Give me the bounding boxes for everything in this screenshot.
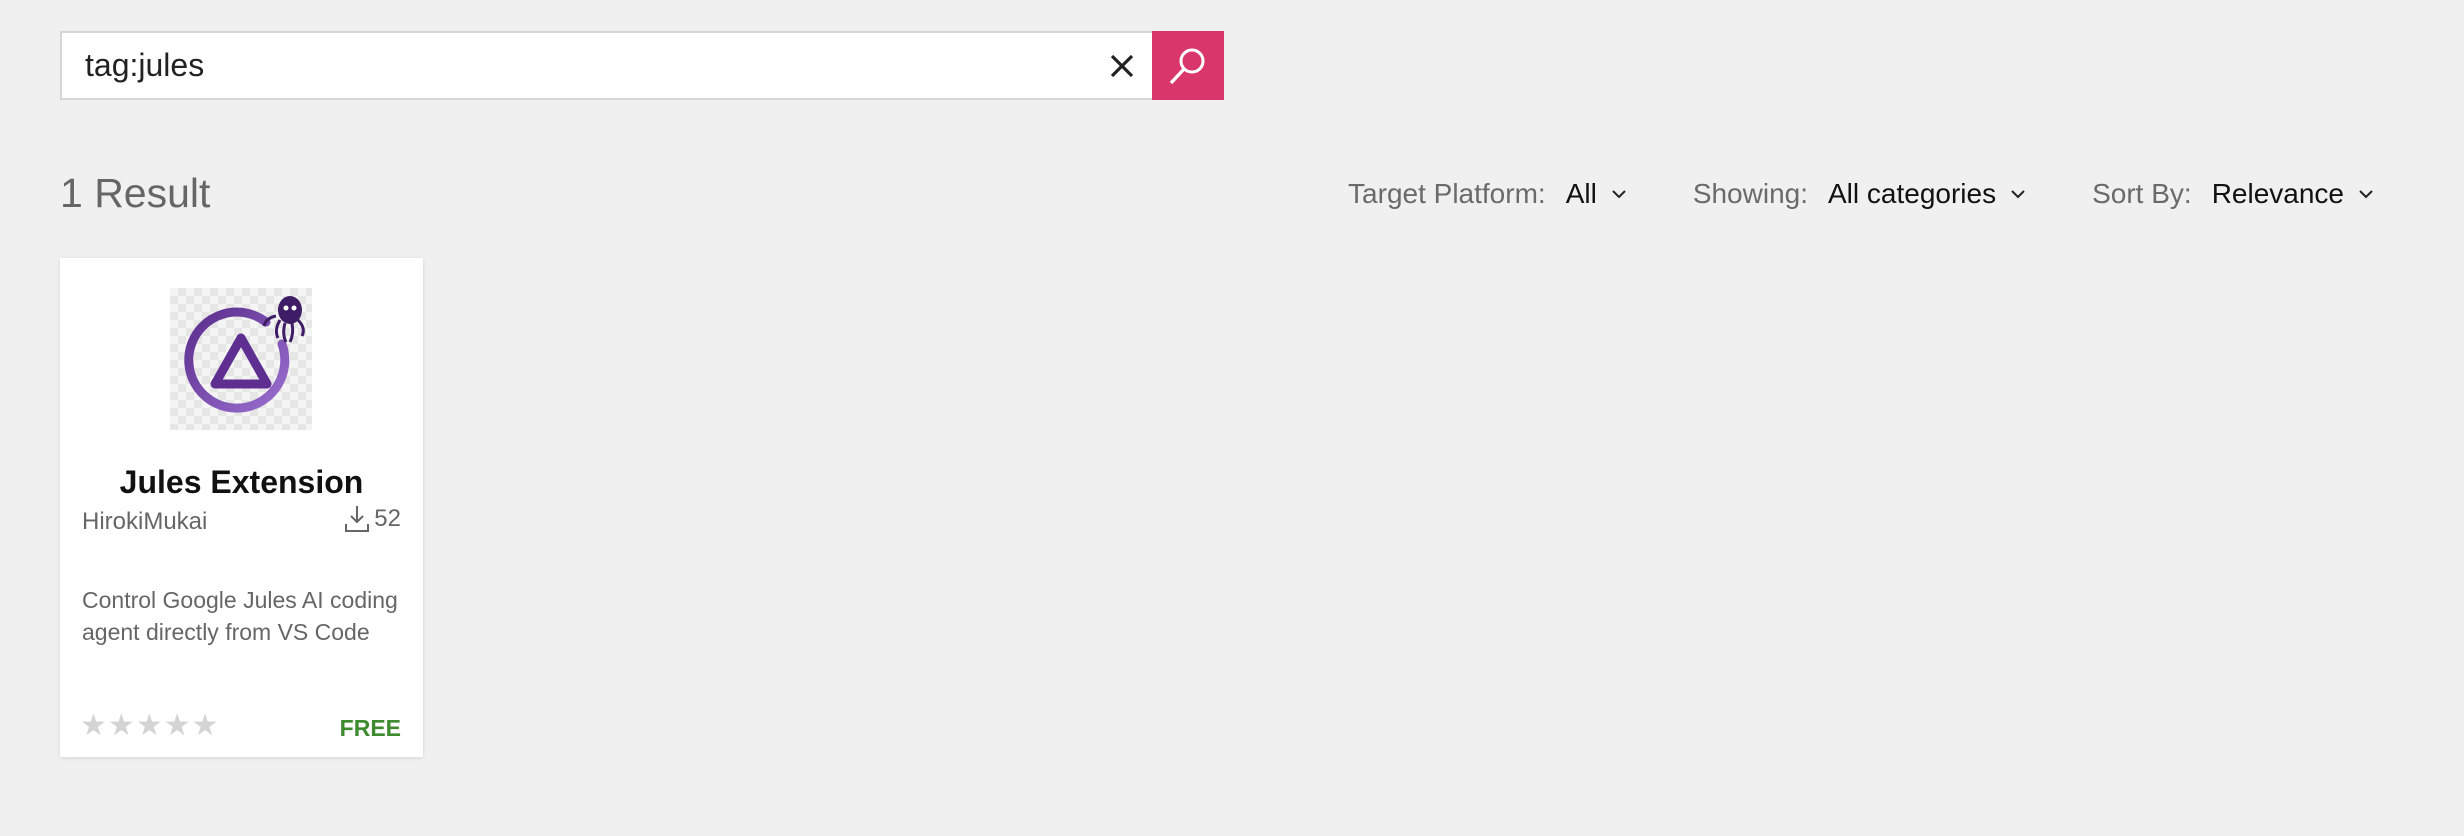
filter-category: Showing: All categories (1693, 178, 2026, 210)
chevron-down-icon (2010, 189, 2026, 199)
star-icon: ★ (191, 709, 220, 742)
target-platform-dropdown[interactable]: All (1566, 178, 1627, 210)
filter-sort: Sort By: Relevance (2092, 178, 2374, 210)
search-icon (1169, 48, 1205, 84)
extension-card[interactable]: Jules Extension HirokiMukai 52 Control G… (60, 258, 423, 757)
search-button[interactable] (1152, 31, 1224, 100)
marketplace-search-page: 1 Result Target Platform: All Showing: A… (0, 0, 2464, 836)
extension-description: Control Google Jules AI coding agent dir… (82, 587, 398, 645)
filter-label: Showing: (1692, 178, 1808, 209)
star-icon: ★ (80, 709, 108, 742)
star-icon: ★ (163, 709, 192, 742)
extension-logo (170, 288, 312, 430)
filter-label: Target Platform: (1348, 178, 1546, 209)
search-input[interactable] (62, 33, 1092, 98)
filter-value-label: All categories (1828, 178, 1997, 209)
price-label: FREE (339, 715, 401, 741)
filter-label: Sort By: (2092, 178, 2192, 209)
filter-bar: Target Platform: All Showing: All catego… (1348, 178, 2374, 210)
filter-value-label: All (1565, 178, 1597, 209)
star-icon: ★ (107, 709, 136, 742)
extension-title: Jules Extension (119, 464, 364, 500)
install-count-value: 52 (374, 505, 401, 532)
close-icon (1110, 54, 1134, 77)
extension-publisher: HirokiMukai (82, 508, 208, 535)
sort-by-dropdown[interactable]: Relevance (2212, 178, 2374, 210)
chevron-down-icon (2358, 189, 2374, 199)
star-icon: ★ (135, 709, 164, 742)
search-input-wrapper (60, 31, 1152, 100)
result-count: 1 Result (60, 170, 211, 216)
install-count: 52 (344, 504, 401, 534)
filter-target-platform: Target Platform: All (1348, 178, 1627, 210)
category-dropdown[interactable]: All categories (1828, 178, 2026, 210)
clear-search-button[interactable] (1092, 33, 1152, 98)
filter-value-label: Relevance (2211, 178, 2344, 209)
star-rating: ★ ★ ★ ★ ★ (80, 708, 220, 743)
search-bar (60, 31, 1224, 100)
download-icon (345, 506, 370, 532)
chevron-down-icon (1611, 189, 1627, 199)
